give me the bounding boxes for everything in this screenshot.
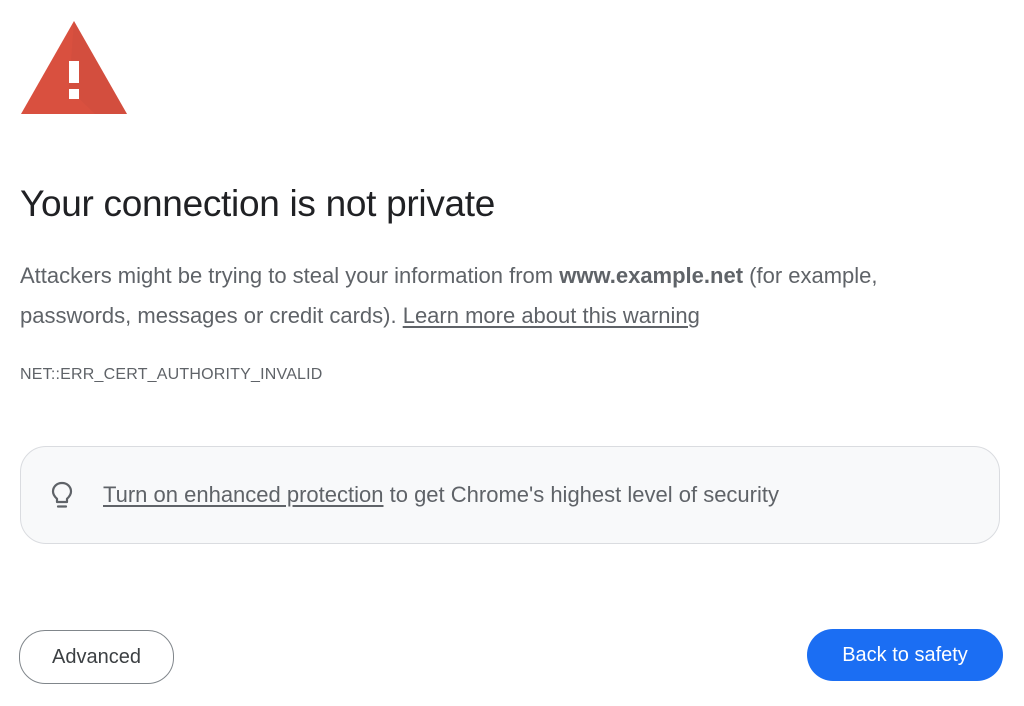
lightbulb-icon xyxy=(51,481,73,508)
description-prefix: Attackers might be trying to steal your … xyxy=(20,263,560,288)
back-to-safety-button[interactable]: Back to safety xyxy=(807,629,1003,681)
promo-text: Turn on enhanced protection to get Chrom… xyxy=(103,482,779,508)
enhanced-protection-promo: Turn on enhanced protection to get Chrom… xyxy=(20,446,1000,544)
exclamation-bar xyxy=(69,61,79,83)
learn-more-link[interactable]: Learn more about this warning xyxy=(403,303,700,328)
error-code: NET::ERR_CERT_AUTHORITY_INVALID xyxy=(20,366,323,383)
warning-triangle-icon xyxy=(21,21,127,114)
enhanced-protection-link[interactable]: Turn on enhanced protection xyxy=(103,482,384,507)
page-title: Your connection is not private xyxy=(20,183,496,224)
promo-suffix: to get Chrome's highest level of securit… xyxy=(383,482,779,507)
site-domain: www.example.net xyxy=(559,263,744,288)
exclamation-dot xyxy=(69,89,79,99)
interstitial-page: Your connection is not private Attackers… xyxy=(0,0,1024,706)
warning-description: Attackers might be trying to steal your … xyxy=(20,256,930,336)
advanced-button[interactable]: Advanced xyxy=(19,630,174,684)
